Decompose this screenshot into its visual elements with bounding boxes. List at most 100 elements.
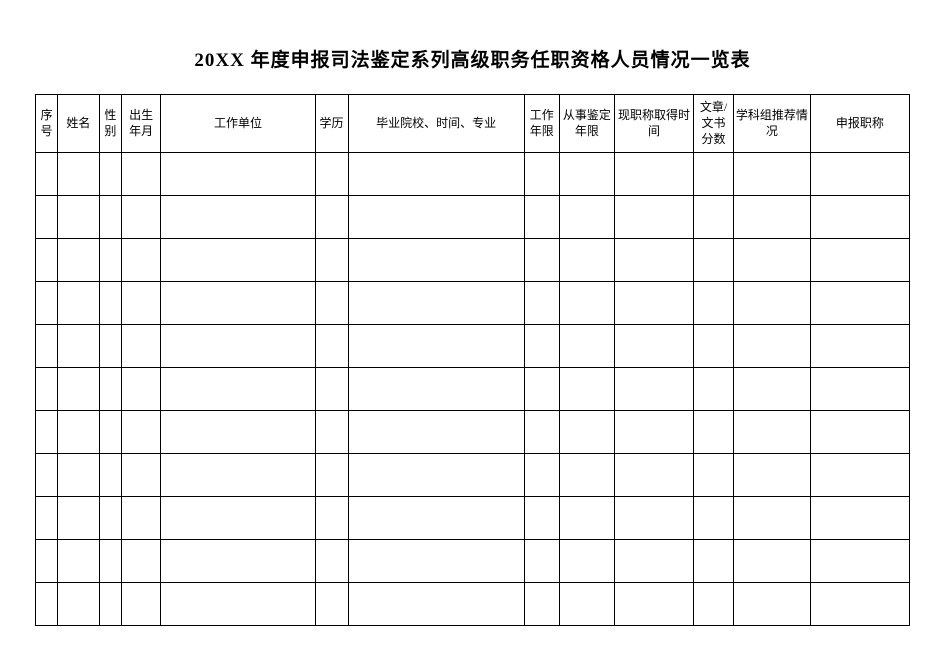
cell-birth — [121, 367, 161, 410]
table-row — [36, 281, 910, 324]
cell-score — [694, 324, 734, 367]
cell-apply — [810, 195, 909, 238]
cell-birth — [121, 410, 161, 453]
cell-name — [58, 582, 100, 625]
cell-gender — [99, 238, 121, 281]
cell-edu — [315, 367, 348, 410]
table-row — [36, 367, 910, 410]
cell-idyears — [559, 324, 614, 367]
cell-birth — [121, 152, 161, 195]
cell-titletime — [614, 539, 693, 582]
cell-score — [694, 367, 734, 410]
cell-workunit — [161, 410, 315, 453]
cell-edu — [315, 410, 348, 453]
cell-workunit — [161, 324, 315, 367]
cell-recom — [733, 367, 810, 410]
cell-workunit — [161, 238, 315, 281]
cell-name — [58, 453, 100, 496]
cell-seq — [36, 195, 58, 238]
cell-workyears — [524, 195, 559, 238]
cell-name — [58, 539, 100, 582]
col-header-workunit: 工作单位 — [161, 95, 315, 153]
table-row — [36, 496, 910, 539]
cell-idyears — [559, 367, 614, 410]
cell-seq — [36, 281, 58, 324]
cell-name — [58, 324, 100, 367]
table-row — [36, 539, 910, 582]
cell-idyears — [559, 539, 614, 582]
cell-seq — [36, 410, 58, 453]
cell-idyears — [559, 453, 614, 496]
cell-workyears — [524, 324, 559, 367]
cell-name — [58, 238, 100, 281]
cell-workyears — [524, 238, 559, 281]
cell-name — [58, 281, 100, 324]
col-header-seq: 序号 — [36, 95, 58, 153]
cell-edu — [315, 453, 348, 496]
cell-name — [58, 496, 100, 539]
cell-idyears — [559, 238, 614, 281]
cell-birth — [121, 281, 161, 324]
cell-seq — [36, 496, 58, 539]
cell-birth — [121, 195, 161, 238]
cell-apply — [810, 539, 909, 582]
col-header-apply: 申报职称 — [810, 95, 909, 153]
cell-grad — [348, 453, 524, 496]
cell-titletime — [614, 324, 693, 367]
col-header-recom: 学科组推荐情况 — [733, 95, 810, 153]
cell-grad — [348, 410, 524, 453]
cell-birth — [121, 453, 161, 496]
cell-titletime — [614, 281, 693, 324]
cell-score — [694, 281, 734, 324]
cell-birth — [121, 324, 161, 367]
cell-workyears — [524, 152, 559, 195]
cell-apply — [810, 410, 909, 453]
cell-gender — [99, 324, 121, 367]
cell-score — [694, 539, 734, 582]
cell-workunit — [161, 582, 315, 625]
cell-seq — [36, 539, 58, 582]
cell-idyears — [559, 152, 614, 195]
table-row — [36, 453, 910, 496]
col-header-gender: 性别 — [99, 95, 121, 153]
col-header-name: 姓名 — [58, 95, 100, 153]
cell-gender — [99, 281, 121, 324]
table-row — [36, 410, 910, 453]
cell-seq — [36, 238, 58, 281]
cell-apply — [810, 324, 909, 367]
cell-birth — [121, 539, 161, 582]
cell-titletime — [614, 453, 693, 496]
cell-gender — [99, 539, 121, 582]
cell-edu — [315, 539, 348, 582]
col-header-titletime: 现职称取得时间 — [614, 95, 693, 153]
cell-grad — [348, 152, 524, 195]
cell-seq — [36, 367, 58, 410]
cell-titletime — [614, 195, 693, 238]
cell-workunit — [161, 453, 315, 496]
cell-grad — [348, 539, 524, 582]
cell-edu — [315, 152, 348, 195]
cell-idyears — [559, 496, 614, 539]
table-row — [36, 238, 910, 281]
cell-recom — [733, 582, 810, 625]
cell-recom — [733, 539, 810, 582]
cell-score — [694, 453, 734, 496]
cell-seq — [36, 324, 58, 367]
col-header-idyears: 从事鉴定年限 — [559, 95, 614, 153]
cell-workunit — [161, 539, 315, 582]
cell-gender — [99, 152, 121, 195]
table-row — [36, 152, 910, 195]
col-header-workyears: 工作年限 — [524, 95, 559, 153]
cell-edu — [315, 496, 348, 539]
cell-apply — [810, 238, 909, 281]
cell-name — [58, 367, 100, 410]
table-row — [36, 195, 910, 238]
cell-birth — [121, 582, 161, 625]
cell-seq — [36, 152, 58, 195]
cell-recom — [733, 496, 810, 539]
cell-gender — [99, 496, 121, 539]
table-body — [36, 152, 910, 625]
cell-recom — [733, 324, 810, 367]
cell-grad — [348, 195, 524, 238]
cell-birth — [121, 238, 161, 281]
